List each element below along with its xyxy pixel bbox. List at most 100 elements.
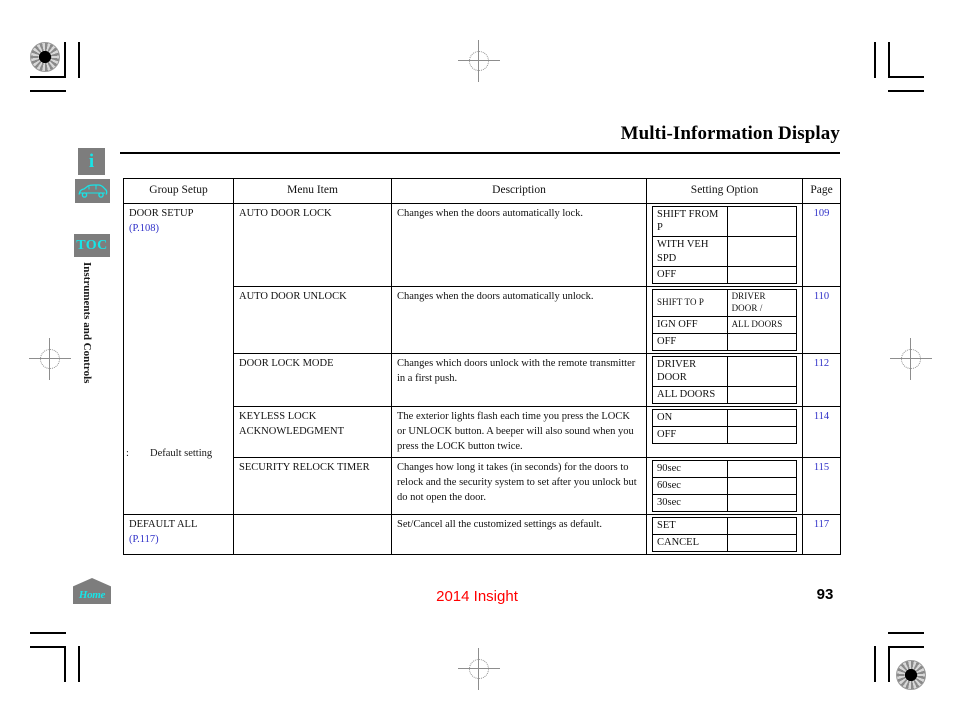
- setting-option-secondary-value: [726, 516, 798, 535]
- description-cell: Changes how long it takes (in seconds) f…: [391, 456, 647, 515]
- setting-option-cell: SHIFT FROM P WITH VEH SPD OFF: [646, 202, 803, 288]
- column-header-page: Page: [802, 178, 841, 204]
- page-reference-link[interactable]: 115: [802, 456, 841, 515]
- setting-option-row: SHIFT FROM P: [652, 205, 798, 237]
- setting-option-secondary-value: [726, 408, 798, 427]
- footnote-text: Default setting: [150, 448, 213, 459]
- setting-option-row: 90sec: [652, 459, 798, 478]
- setting-option-value: OFF: [652, 425, 728, 444]
- page-reference-link[interactable]: 117: [802, 513, 841, 555]
- group-setup-name: DEFAULT ALL: [129, 518, 198, 530]
- setting-option-secondary-value: [726, 332, 798, 351]
- column-header-group-setup: Group Setup: [123, 178, 234, 204]
- registration-cross-top: [458, 40, 500, 82]
- section-label: Instruments and Controls: [81, 262, 93, 384]
- setting-option-secondary-value: [726, 355, 798, 387]
- menu-item-cell: KEYLESS LOCK ACKNOWLEDGMENT: [233, 405, 392, 458]
- menu-item-cell: SECURITY RELOCK TIMER: [233, 456, 392, 515]
- description-cell: Changes when the doors automatically loc…: [391, 202, 647, 288]
- setting-option-row: 30sec: [652, 493, 798, 512]
- crop-mark-br-v1: [874, 646, 876, 682]
- setting-option-value: SHIFT FROM P: [652, 205, 728, 237]
- settings-table-body: DOOR SETUP (P.108) AUTO DOOR LOCK Changes w…: [123, 202, 841, 555]
- setting-option-row: SET: [652, 516, 798, 535]
- registration-target-br: [896, 660, 926, 690]
- setting-option-row: CANCEL: [652, 533, 798, 552]
- column-header-description: Description: [391, 178, 647, 204]
- page-reference-link[interactable]: 110: [802, 286, 841, 354]
- setting-option-row: ON: [652, 408, 798, 427]
- setting-option-secondary-value: [726, 493, 798, 512]
- setting-option-value: SHIFT TO P: [652, 289, 728, 317]
- group-setup-page-ref-link[interactable]: (P.117): [129, 532, 228, 547]
- settings-table-wrapper: Group Setup Menu Item Description Settin…: [123, 178, 841, 555]
- setting-option-value: OFF: [652, 266, 728, 285]
- group-setup-name: DOOR SETUP: [129, 207, 194, 219]
- column-header-menu-item: Menu Item: [233, 178, 392, 204]
- setting-option-row: OFF: [652, 332, 798, 351]
- description-cell: Changes which doors unlock with the remo…: [391, 352, 647, 407]
- setting-option-row: IGN OFF ALL DOORS: [652, 315, 798, 334]
- page-reference-link[interactable]: 109: [802, 202, 841, 288]
- crop-mark-tr-h1: [888, 76, 924, 78]
- column-header-setting-option: Setting Option: [646, 178, 803, 204]
- page-reference-link[interactable]: 112: [802, 352, 841, 407]
- setting-option-secondary-value: [726, 266, 798, 285]
- setting-option-secondary-value: [726, 205, 798, 237]
- crop-mark-tr-v1: [874, 42, 876, 78]
- footnote: : Default setting: [126, 448, 212, 459]
- setting-option-value: WITH VEH SPD: [652, 235, 728, 268]
- setting-option-cell: SHIFT TO P DRIVER DOOR / IGN OFF ALL DOORS O…: [646, 286, 803, 354]
- group-setup-page-ref-link[interactable]: (P.108): [129, 221, 228, 236]
- setting-option-row: ALL DOORS: [652, 385, 798, 404]
- setting-option-secondary-value: [726, 533, 798, 552]
- setting-option-secondary-value: [726, 385, 798, 404]
- setting-option-secondary-value: DRIVER DOOR /: [726, 289, 798, 317]
- setting-option-secondary-value: [726, 425, 798, 444]
- setting-option-value: IGN OFF: [652, 315, 728, 334]
- footer-page-number: 93: [816, 586, 834, 603]
- setting-option-cell: SET CANCEL: [646, 513, 803, 555]
- menu-item-cell: AUTO DOOR UNLOCK: [233, 286, 392, 354]
- setting-option-row: DRIVER DOOR: [652, 355, 798, 387]
- setting-option-row: OFF: [652, 266, 798, 285]
- setting-option-secondary-value: [726, 476, 798, 495]
- setting-option-row: 60sec: [652, 476, 798, 495]
- crop-mark-br-v2: [888, 646, 890, 682]
- registration-cross-bottom: [458, 648, 500, 690]
- setting-option-secondary-value: [726, 235, 798, 268]
- info-icon-label: i: [88, 150, 95, 172]
- menu-item-cell: DOOR LOCK MODE: [233, 352, 392, 407]
- setting-option-cell: 90sec 60sec 30sec: [646, 456, 803, 515]
- footnote-symbol: :: [126, 448, 129, 459]
- setting-option-row: SHIFT TO P DRIVER DOOR /: [652, 289, 798, 317]
- toc-button[interactable]: TOC: [74, 234, 110, 257]
- crop-mark-tr-h2: [888, 90, 924, 92]
- info-icon[interactable]: i: [78, 148, 105, 175]
- setting-option-secondary-value: ALL DOORS: [726, 315, 798, 334]
- crop-mark-br-h1: [888, 632, 924, 634]
- setting-option-value: 60sec: [652, 476, 728, 495]
- toc-button-label: TOC: [76, 237, 108, 253]
- setting-option-value: SET: [652, 516, 728, 535]
- settings-table: Group Setup Menu Item Description Settin…: [123, 178, 841, 555]
- setting-option-row: OFF: [652, 425, 798, 444]
- description-cell: Changes when the doors automatically unl…: [391, 286, 647, 354]
- crop-mark-br-h2: [888, 646, 924, 648]
- registration-cross-right: [890, 338, 932, 380]
- setting-option-cell: DRIVER DOOR ALL DOORS: [646, 352, 803, 407]
- table-row: DOOR SETUP (P.108) AUTO DOOR LOCK Changes w…: [123, 202, 841, 515]
- description-cell: Set/Cancel all the customized settings a…: [391, 513, 647, 555]
- menu-item-cell: AUTO DOOR LOCK: [233, 202, 392, 288]
- group-setup-cell: DEFAULT ALL (P.117): [123, 513, 234, 555]
- page-reference-link[interactable]: 114: [802, 405, 841, 458]
- setting-option-row: WITH VEH SPD: [652, 235, 798, 268]
- setting-option-value: DRIVER DOOR: [652, 355, 728, 387]
- setting-option-cell: ON OFF: [646, 405, 803, 458]
- setting-option-secondary-value: [726, 459, 798, 478]
- vehicle-icon[interactable]: [75, 179, 110, 203]
- description-cell: The exterior lights flash each time you …: [391, 405, 647, 458]
- crop-mark-tr-v2: [888, 42, 890, 78]
- table-header-row: Group Setup Menu Item Description Settin…: [123, 178, 841, 204]
- setting-option-value: 90sec: [652, 459, 728, 478]
